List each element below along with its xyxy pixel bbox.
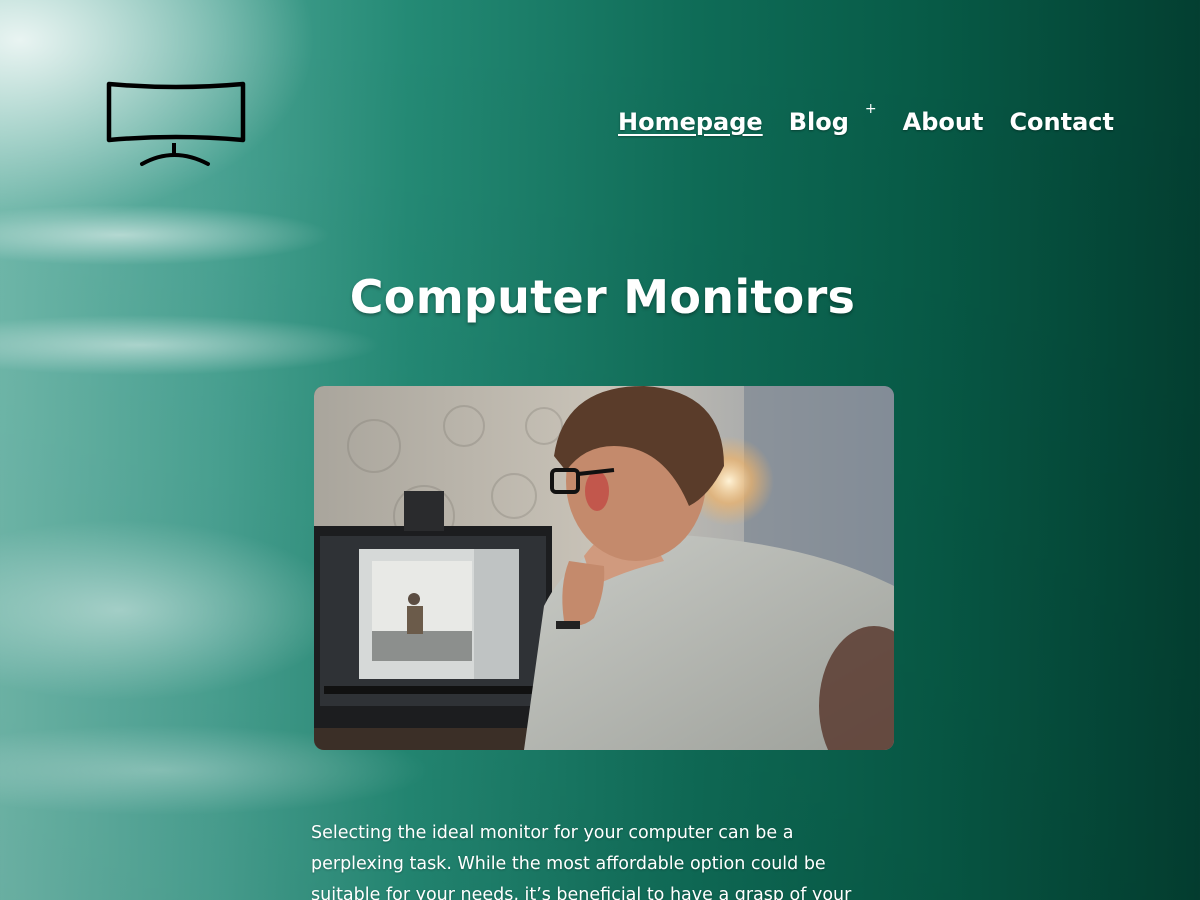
page-title: Computer Monitors: [349, 270, 856, 324]
main-navigation: Homepage Blog + About Contact: [618, 102, 1114, 136]
nav-blog-group: Blog +: [789, 102, 877, 136]
nav-blog[interactable]: Blog: [789, 108, 849, 136]
hero-image: [314, 386, 894, 750]
nav-about[interactable]: About: [903, 108, 984, 136]
intro-paragraph: Selecting the ideal monitor for your com…: [311, 823, 852, 900]
site-logo[interactable]: [104, 80, 248, 170]
curved-monitor-icon: [106, 81, 246, 166]
nav-contact[interactable]: Contact: [1009, 108, 1114, 136]
hero-photo-illustration: [314, 386, 894, 750]
blog-submenu-toggle[interactable]: +: [865, 102, 877, 116]
nav-homepage[interactable]: Homepage: [618, 108, 763, 136]
